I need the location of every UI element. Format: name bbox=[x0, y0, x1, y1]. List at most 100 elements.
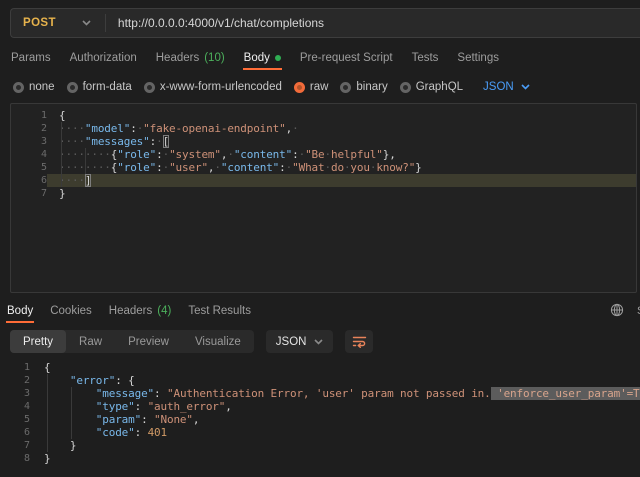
code-line: 7 } bbox=[0, 439, 640, 452]
radio-binary[interactable]: binary bbox=[340, 81, 387, 93]
view-pretty[interactable]: Pretty bbox=[10, 330, 66, 353]
tab-cookies[interactable]: Cookies bbox=[49, 301, 93, 323]
radio-none[interactable]: none bbox=[13, 81, 55, 93]
radio-label: binary bbox=[356, 81, 387, 93]
radio-icon bbox=[400, 82, 411, 93]
raw-format-label: JSON bbox=[483, 81, 514, 93]
request-body-editor[interactable]: 1{2····"model":·"fake-openai-endpoint",·… bbox=[10, 103, 637, 293]
request-code-lines: 1{2····"model":·"fake-openai-endpoint",·… bbox=[11, 109, 636, 200]
code-line: 5 "param": "None", bbox=[0, 413, 640, 426]
method-label: POST bbox=[23, 17, 56, 29]
code-token: }, bbox=[383, 148, 396, 161]
code-token: ···· bbox=[59, 122, 85, 135]
code-token: : bbox=[135, 400, 148, 413]
line-number: 2 bbox=[11, 122, 47, 135]
radio-form-data[interactable]: form-data bbox=[67, 81, 132, 93]
radio-x-www-form-urlencoded[interactable]: x-www-form-urlencoded bbox=[144, 81, 282, 93]
radio-label: x-www-form-urlencoded bbox=[160, 81, 282, 93]
radio-label: none bbox=[29, 81, 55, 93]
code-token: "Authentication Error, 'user' param not … bbox=[167, 387, 491, 400]
radio-label: raw bbox=[310, 81, 329, 93]
tab-pre-request-script[interactable]: Pre-request Script bbox=[299, 48, 394, 70]
line-number: 3 bbox=[0, 387, 30, 400]
code-token: "message" bbox=[96, 387, 154, 400]
code-token: "fake-openai-endpoint" bbox=[143, 122, 285, 135]
code-token: { bbox=[128, 374, 134, 387]
url-input[interactable]: http://0.0.0.0:4000/v1/chat/completions bbox=[106, 16, 324, 30]
view-mode-control: Pretty Raw Preview Visualize bbox=[10, 330, 254, 353]
code-token: 'enforce_user_param'=True" bbox=[491, 387, 640, 400]
indent-guide bbox=[61, 122, 62, 187]
code-token: "param" bbox=[96, 413, 141, 426]
view-visualize[interactable]: Visualize bbox=[182, 330, 254, 353]
tab-settings[interactable]: Settings bbox=[456, 48, 500, 70]
code-token: ···· bbox=[59, 174, 85, 187]
code-token: { bbox=[44, 361, 50, 374]
tab-body[interactable]: Body bbox=[243, 48, 282, 70]
headers-count-badge: (10) bbox=[204, 52, 224, 64]
radio-icon bbox=[13, 82, 24, 93]
code-token bbox=[44, 413, 96, 426]
response-code-lines: 1{2 "error": {3 "message": "Authenticati… bbox=[0, 361, 640, 465]
response-body-editor[interactable]: 1{2 "error": {3 "message": "Authenticati… bbox=[0, 357, 640, 471]
radio-icon bbox=[144, 82, 155, 93]
line-number: 7 bbox=[11, 187, 47, 200]
line-number: 5 bbox=[11, 161, 47, 174]
code-token: "Be bbox=[305, 148, 324, 161]
code-token: "role" bbox=[117, 148, 156, 161]
text-wrap-icon bbox=[352, 335, 367, 348]
indent-guide bbox=[85, 148, 86, 174]
indent-guide bbox=[71, 387, 72, 439]
tab-params[interactable]: Params bbox=[10, 48, 52, 70]
code-line: 4 "type": "auth_error", bbox=[0, 400, 640, 413]
code-token: } bbox=[70, 439, 76, 452]
radio-icon bbox=[67, 82, 78, 93]
chevron-down-icon bbox=[82, 20, 91, 26]
response-tabs: Body Cookies Headers (4) Test Results S bbox=[6, 300, 640, 324]
globe-icon bbox=[610, 303, 624, 317]
line-number: 4 bbox=[11, 148, 47, 161]
tab-response-body[interactable]: Body bbox=[6, 301, 34, 323]
tab-authorization[interactable]: Authorization bbox=[69, 48, 138, 70]
code-token: "type" bbox=[96, 400, 135, 413]
globe-button[interactable] bbox=[610, 303, 624, 322]
indent-guide bbox=[47, 374, 48, 452]
tab-response-headers[interactable]: Headers (4) bbox=[108, 301, 173, 323]
method-selector[interactable]: POST bbox=[11, 9, 105, 37]
code-token: , bbox=[225, 400, 231, 413]
code-token: · bbox=[292, 122, 298, 135]
code-token: } bbox=[59, 187, 65, 200]
code-token: helpful" bbox=[331, 148, 383, 161]
line-number: 3 bbox=[11, 135, 47, 148]
wrap-text-button[interactable] bbox=[345, 330, 373, 353]
code-token: · bbox=[156, 135, 162, 148]
code-token: : bbox=[141, 413, 154, 426]
radio-raw[interactable]: raw bbox=[294, 81, 329, 93]
code-token: know?" bbox=[376, 161, 415, 174]
code-token: "What bbox=[292, 161, 324, 174]
raw-format-selector[interactable]: JSON bbox=[483, 81, 530, 93]
tab-label: Body bbox=[244, 52, 270, 64]
line-number: 6 bbox=[11, 174, 47, 187]
postman-window: POST http://0.0.0.0:4000/v1/chat/complet… bbox=[0, 0, 640, 477]
code-token bbox=[44, 387, 96, 400]
tab-label: Headers bbox=[156, 52, 199, 64]
body-type-row: none form-data x-www-form-urlencoded raw… bbox=[13, 76, 640, 98]
view-preview[interactable]: Preview bbox=[115, 330, 182, 353]
tab-tests[interactable]: Tests bbox=[411, 48, 440, 70]
radio-graphql[interactable]: GraphQL bbox=[400, 81, 463, 93]
code-line: 6 "code": 401 bbox=[0, 426, 640, 439]
radio-label: form-data bbox=[83, 81, 132, 93]
request-tabs: Params Authorization Headers (10) Body P… bbox=[10, 47, 640, 71]
response-format-selector[interactable]: JSON bbox=[266, 330, 334, 353]
request-url-bar: POST http://0.0.0.0:4000/v1/chat/complet… bbox=[10, 8, 640, 38]
code-line: 1{ bbox=[0, 361, 640, 374]
code-token: "content" bbox=[234, 148, 292, 161]
view-raw[interactable]: Raw bbox=[66, 330, 115, 353]
line-number: 1 bbox=[0, 361, 30, 374]
code-line: 6····] bbox=[11, 174, 636, 187]
code-token: "model" bbox=[85, 122, 130, 135]
tab-headers[interactable]: Headers (10) bbox=[155, 48, 226, 70]
tab-test-results[interactable]: Test Results bbox=[187, 301, 252, 323]
code-token: "error" bbox=[70, 374, 115, 387]
